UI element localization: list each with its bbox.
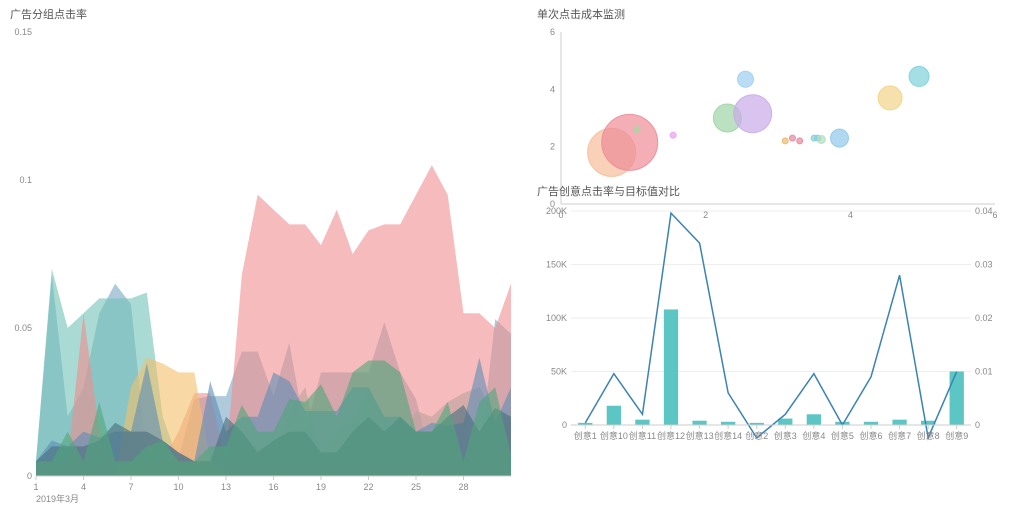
combo-chart-title: 广告创意点击率与目标值对比 [537, 183, 1005, 199]
svg-text:100K: 100K [546, 313, 567, 323]
svg-text:16: 16 [268, 482, 278, 492]
svg-text:1: 1 [33, 482, 38, 492]
svg-text:0: 0 [562, 420, 567, 430]
svg-text:创意10: 创意10 [600, 430, 628, 441]
svg-text:19: 19 [316, 482, 326, 492]
svg-text:创意7: 创意7 [888, 430, 911, 441]
svg-text:创意5: 创意5 [831, 430, 854, 441]
svg-text:22: 22 [363, 482, 373, 492]
svg-text:0.04: 0.04 [975, 206, 993, 216]
svg-text:创意4: 创意4 [802, 430, 825, 441]
svg-text:创意9: 创意9 [945, 430, 968, 441]
svg-text:25: 25 [411, 482, 421, 492]
svg-text:创意2: 创意2 [745, 430, 768, 441]
svg-text:0: 0 [975, 420, 980, 430]
combo-chart-svg: 0 50K 100K 150K 200K 0 0.01 0.02 0.03 0.04 创意1创意10… [537, 203, 1005, 453]
svg-text:创意1: 创意1 [574, 430, 597, 441]
combo-chart-body: 0 50K 100K 150K 200K 0 0.01 0.02 0.03 0.04 创意1创意10… [537, 203, 1005, 513]
svg-text:0: 0 [27, 471, 32, 481]
svg-text:0.02: 0.02 [975, 313, 993, 323]
svg-text:创意11: 创意11 [629, 430, 656, 441]
svg-text:4: 4 [550, 84, 555, 94]
svg-text:0.03: 0.03 [975, 260, 993, 270]
svg-text:0.01: 0.01 [975, 367, 993, 377]
area-chart-title: 广告分组点击率 [10, 6, 517, 22]
svg-text:0.15: 0.15 [14, 27, 32, 37]
svg-text:0.05: 0.05 [14, 323, 32, 333]
svg-text:创意14: 创意14 [714, 430, 742, 441]
svg-text:创意12: 创意12 [657, 430, 685, 441]
svg-text:2: 2 [550, 142, 555, 152]
area-chart-panel: 广告分组点击率 0 0.05 0.1 0.15 1 4 7 10 13 16 19 22 25 28 201… [0, 0, 527, 517]
svg-text:4: 4 [81, 482, 86, 492]
svg-text:创意3: 创意3 [774, 430, 797, 441]
scatter-chart-title: 单次点击成本监测 [537, 6, 1005, 22]
combo-chart-panel: 广告创意点击率与目标值对比 050K100K150K200K00.010.020… [527, 177, 1015, 517]
svg-text:13: 13 [221, 482, 231, 492]
svg-text:0.1: 0.1 [19, 175, 32, 185]
svg-text:28: 28 [458, 482, 468, 492]
svg-text:150K: 150K [546, 260, 567, 270]
svg-text:创意6: 创意6 [859, 430, 882, 441]
svg-text:2019年3月: 2019年3月 [36, 493, 79, 504]
svg-text:创意8: 创意8 [917, 430, 940, 441]
area-chart-body: 0 0.05 0.1 0.15 1 4 7 10 13 16 19 22 25 28 2019年3月 [10, 26, 517, 513]
svg-text:创意13: 创意13 [686, 430, 714, 441]
svg-text:7: 7 [128, 482, 133, 492]
svg-text:50K: 50K [551, 367, 567, 377]
svg-text:200K: 200K [546, 206, 567, 216]
svg-text:10: 10 [173, 482, 183, 492]
area-chart-svg: 0 0.05 0.1 0.15 1 4 7 10 13 16 19 22 25 28 2019年3月 [10, 26, 517, 506]
svg-text:6: 6 [550, 27, 555, 37]
